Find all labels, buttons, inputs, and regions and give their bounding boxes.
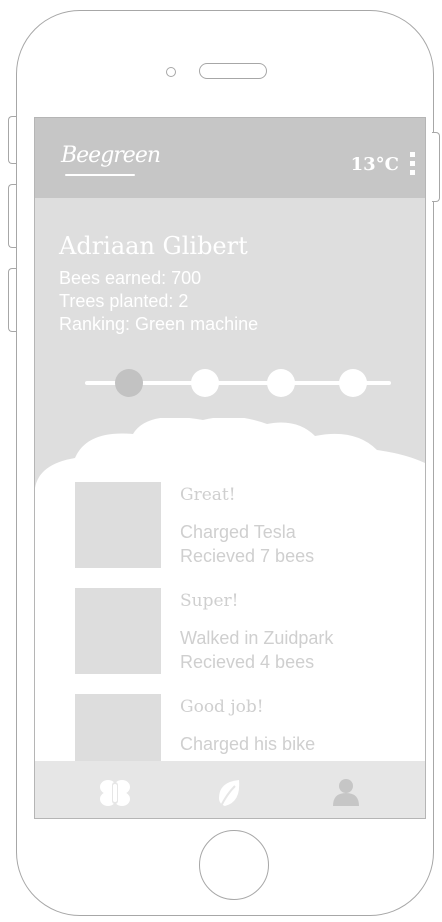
- bottom-navigation: [35, 761, 425, 818]
- app-logo[interactable]: Beegreen: [61, 143, 161, 168]
- activity-description: Charged his bike: [180, 734, 316, 754]
- front-camera: [166, 67, 176, 77]
- volume-up-button: [8, 184, 16, 248]
- mute-switch: [8, 116, 16, 164]
- temperature-label: 13°C: [350, 154, 399, 175]
- app-screen: Beegreen 13°C Adriaan Glibert Bees earne…: [34, 117, 426, 819]
- activity-title: Super!: [180, 591, 239, 611]
- activity-item-1[interactable]: Great! Charged Tesla Recieved 7 bees: [75, 482, 395, 570]
- speaker-grille: [199, 63, 267, 79]
- ranking: Ranking: Green machine: [59, 314, 259, 334]
- bees-earned: Bees earned: 700: [59, 268, 202, 288]
- activity-title: Good job!: [180, 697, 264, 717]
- bee-icon[interactable]: [99, 778, 131, 808]
- activity-description: Walked in Zuidpark: [180, 628, 334, 648]
- activity-reward: Recieved 4 bees: [180, 652, 315, 672]
- profile-icon[interactable]: [331, 778, 361, 806]
- progress-step-1[interactable]: [115, 369, 143, 397]
- activity-thumbnail: [75, 588, 161, 674]
- logo-underline: [65, 174, 135, 176]
- activity-reward: Recieved 7 bees: [180, 546, 315, 566]
- progress-step-4[interactable]: [339, 369, 367, 397]
- progress-step-3[interactable]: [267, 369, 295, 397]
- progress-step-2[interactable]: [191, 369, 219, 397]
- trees-planted: Trees planted: 2: [59, 291, 189, 311]
- activity-thumbnail: [75, 482, 161, 568]
- home-button[interactable]: [199, 830, 269, 900]
- activity-item-2[interactable]: Super! Walked in Zuidpark Recieved 4 bee…: [75, 588, 395, 676]
- volume-down-button: [8, 268, 16, 332]
- activity-title: Great!: [180, 485, 236, 505]
- leaf-icon[interactable]: [215, 778, 243, 808]
- app-header: Beegreen 13°C: [35, 118, 425, 198]
- profile-name: Adriaan Glibert: [59, 232, 248, 260]
- activity-description: Charged Tesla: [180, 522, 296, 542]
- power-button: [432, 132, 440, 202]
- more-menu-icon[interactable]: [410, 152, 416, 178]
